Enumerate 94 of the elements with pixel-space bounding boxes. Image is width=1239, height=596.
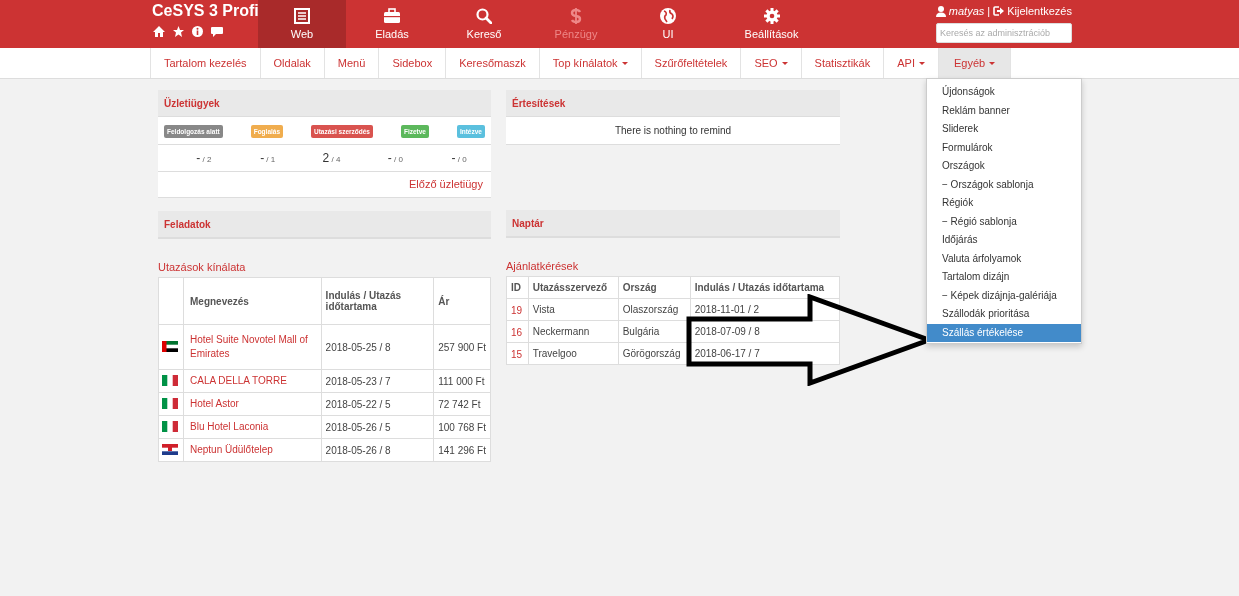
nav-tab[interactable]: Eladás — [346, 0, 438, 48]
table-cell: 2018-05-26 / 8 — [321, 438, 434, 462]
nav-tab[interactable]: Tartalom kezelés — [151, 48, 261, 78]
hotel-link[interactable]: CALA DELLA TORRE — [183, 369, 322, 393]
menu-item[interactable]: Időjárás — [927, 231, 1081, 250]
menu-item[interactable]: Valuta árfolyamok — [927, 249, 1081, 268]
separator-text: | — [987, 5, 991, 17]
count-text: - / 0 — [387, 151, 403, 165]
menu-item[interactable]: Országok — [927, 157, 1081, 176]
empty-message: There is nothing to remind — [613, 124, 733, 138]
nav-tab[interactable]: Web — [258, 0, 346, 48]
nav-tab[interactable]: Keresőmaszk — [446, 48, 540, 78]
table-cell: 2018-05-25 / 8 — [321, 324, 434, 370]
table-cell: 2018-05-26 / 5 — [321, 415, 434, 439]
menu-item[interactable]: Szállás értékelése — [927, 323, 1081, 342]
menu-item[interactable]: − Országok sablonja — [927, 175, 1081, 194]
flag-icon — [162, 340, 178, 352]
flag-icon — [162, 397, 178, 409]
table-cell: 72 742 Ft — [433, 392, 491, 416]
menu-item[interactable]: Sliderek — [927, 120, 1081, 139]
nav-tab[interactable]: Egyéb — [939, 48, 1012, 78]
nav-tab[interactable]: Oldalak — [260, 48, 325, 78]
count-text: - / 0 — [451, 151, 467, 165]
info-icon[interactable] — [192, 26, 203, 37]
table-cell: Travelgoo — [528, 342, 619, 365]
hotel-link[interactable]: Neptun Üdülőtelep — [183, 438, 322, 462]
star-icon[interactable] — [173, 26, 184, 37]
nav-tab[interactable]: UI — [622, 0, 714, 48]
search-icon — [476, 8, 492, 24]
panel-title: Feladatok — [158, 211, 491, 238]
panel-title: Naptár — [506, 210, 840, 237]
menu-item[interactable]: − Régió sablonja — [927, 212, 1081, 231]
hotel-link[interactable]: Blu Hotel Laconia — [183, 415, 322, 439]
nav-tab[interactable]: Kereső — [438, 0, 530, 48]
menu-item[interactable]: Régiók — [927, 194, 1081, 213]
table-cell: 2018-05-22 / 5 — [321, 392, 434, 416]
list-icon — [294, 8, 310, 24]
flag-icon — [162, 420, 178, 432]
table-cell: 257 900 Ft — [433, 324, 491, 370]
id-link[interactable]: 15 — [506, 342, 529, 365]
menu-item[interactable]: − Képek dizájnja-galériája — [927, 286, 1081, 305]
panel-title: Értesítések — [506, 90, 840, 117]
flag-icon — [162, 374, 178, 386]
flag-icon — [162, 443, 178, 455]
table-cell: 100 768 Ft — [433, 415, 491, 439]
briefcase-icon — [384, 8, 400, 24]
user-icon — [935, 5, 946, 17]
nav-tab[interactable]: Beállítások — [714, 0, 829, 48]
column-header: Indulás / Utazás időtartama — [321, 277, 434, 325]
table-cell: 2018-07-09 / 8 — [690, 320, 840, 343]
table-cell: 141 296 Ft — [433, 438, 491, 462]
comment-icon[interactable] — [211, 26, 223, 37]
menu-item[interactable]: Szállodák prioritása — [927, 305, 1081, 324]
nav-tab[interactable]: Sidebox — [379, 48, 447, 78]
hotel-link[interactable]: Hotel Suite Novotel Mall of Emirates — [183, 324, 322, 370]
search-field[interactable]: Keresés az adminisztrációb — [936, 23, 1072, 43]
panel-title: Üzletiügyek — [158, 90, 491, 117]
previous-link[interactable]: Előző üzletiügy — [409, 178, 483, 190]
id-link[interactable]: 16 — [506, 320, 529, 343]
logout-link[interactable]: Kijelentkezés — [1007, 5, 1072, 17]
table-cell: Neckermann — [528, 320, 619, 343]
count-text: 2 / 4 — [322, 151, 341, 165]
table-cell: Olaszország — [618, 298, 691, 321]
column-header: Indulás / Utazás időtartama — [690, 276, 840, 299]
gear-icon — [763, 8, 780, 24]
id-link[interactable]: 19 — [506, 298, 529, 321]
logout-icon — [993, 6, 1005, 16]
table-cell: 2018-05-23 / 7 — [321, 369, 434, 393]
brand-title[interactable]: CeSYS 3 Profi — [152, 2, 259, 20]
column-header: Megnevezés — [183, 277, 322, 325]
dollar-icon — [570, 8, 582, 24]
table-title: Utazások kínálata — [158, 261, 246, 273]
column-header: Ár — [433, 277, 491, 325]
nav-tab[interactable]: Statisztikák — [801, 48, 885, 78]
nav-tab[interactable]: Menü — [324, 48, 380, 78]
column-header: Ország — [618, 276, 691, 299]
username-link[interactable]: matyas — [948, 5, 985, 17]
count-text: - / 1 — [260, 151, 276, 165]
hotel-link[interactable]: Hotel Astor — [183, 392, 322, 416]
column-header: ID — [506, 276, 529, 299]
menu-item[interactable]: Formulárok — [927, 138, 1081, 157]
nav-tab[interactable]: Top kínálatok — [539, 48, 642, 78]
menu-item[interactable]: Reklám banner — [927, 101, 1081, 120]
menu-item[interactable]: Újdonságok — [927, 83, 1081, 102]
nav-tab[interactable]: SEO — [741, 48, 802, 78]
table-title: Ajánlatkérések — [506, 260, 579, 272]
count-text: - / 2 — [196, 151, 212, 165]
home-icon[interactable] — [153, 26, 165, 37]
table-cell: Vista — [528, 298, 619, 321]
nav-tab[interactable]: Szűrőfeltételek — [641, 48, 742, 78]
menu-item[interactable]: Tartalom dizájn — [927, 268, 1081, 287]
column-header: Utazásszervező — [528, 276, 619, 299]
globe-icon — [660, 8, 676, 24]
table-cell: 111 000 Ft — [433, 369, 491, 393]
